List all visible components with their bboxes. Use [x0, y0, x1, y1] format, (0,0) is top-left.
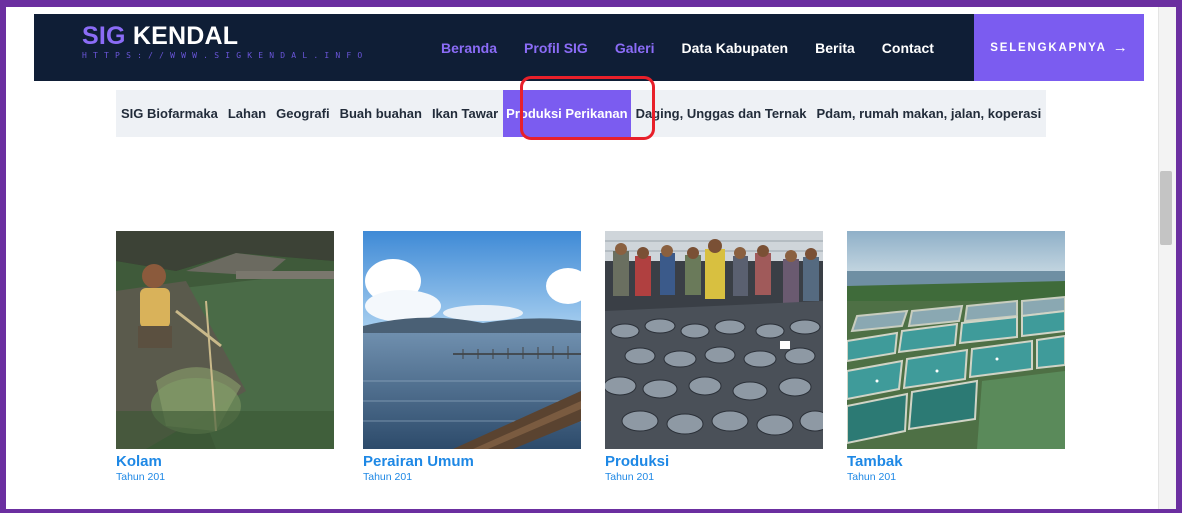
logo-title: SIG KENDAL	[82, 22, 368, 50]
card-title: Tambak	[847, 453, 903, 470]
nav-contact[interactable]: Contact	[882, 40, 934, 56]
tab-lahan[interactable]: Lahan	[222, 90, 272, 137]
category-tabs: SIG Biofarmaka Lahan Geografi Buah buaha…	[116, 90, 1047, 137]
tab-daging-unggas-ternak[interactable]: Daging, Unggas dan Ternak	[630, 90, 812, 137]
card-title: Produksi	[605, 453, 670, 470]
produksi-photo	[605, 231, 823, 449]
scrollbar-thumb[interactable]	[1160, 171, 1172, 245]
main-nav: Beranda Profil SIG Galeri Data Kabupaten…	[441, 14, 934, 81]
card-title: Kolam	[116, 453, 162, 470]
kolam-photo	[116, 231, 334, 449]
nav-galeri[interactable]: Galeri	[615, 40, 655, 56]
browser-frame: SIG KENDAL HTTPS://WWW.SIGKENDAL.INFO Be…	[0, 0, 1182, 513]
tambak-photo	[847, 231, 1065, 449]
tab-pdam-rumah-makan[interactable]: Pdam, rumah makan, jalan, koperasi	[811, 90, 1047, 137]
site-logo[interactable]: SIG KENDAL HTTPS://WWW.SIGKENDAL.INFO	[82, 22, 368, 60]
nav-beranda[interactable]: Beranda	[441, 40, 497, 56]
arrow-right-icon: →	[1112, 39, 1128, 56]
site-header: SIG KENDAL HTTPS://WWW.SIGKENDAL.INFO Be…	[34, 14, 1144, 81]
logo-url: HTTPS://WWW.SIGKENDAL.INFO	[82, 51, 369, 60]
tab-ikan-tawar[interactable]: Ikan Tawar	[426, 90, 504, 137]
tab-geografi[interactable]: Geografi	[271, 90, 335, 137]
nav-data-kabupaten[interactable]: Data Kabupaten	[682, 40, 789, 56]
gallery-card-produksi[interactable]: Produksi Tahun 201	[605, 231, 823, 483]
tab-buah-buahan[interactable]: Buah buahan	[334, 90, 427, 137]
nav-profil-sig[interactable]: Profil SIG	[524, 40, 588, 56]
cta-label: SELENGKAPNYA	[990, 41, 1107, 54]
card-subtitle: Tahun 201	[605, 471, 655, 483]
tab-sig-biofarmaka[interactable]: SIG Biofarmaka	[116, 90, 223, 137]
card-subtitle: Tahun 201	[363, 471, 413, 483]
logo-rest: KENDAL	[125, 22, 239, 50]
card-subtitle: Tahun 201	[116, 471, 166, 483]
nav-berita[interactable]: Berita	[815, 40, 855, 56]
tab-produksi-perikanan[interactable]: Produksi Perikanan	[503, 90, 631, 137]
scrollbar-track[interactable]	[1158, 7, 1176, 509]
card-title: Perairan Umum	[363, 453, 474, 470]
gallery-card-tambak[interactable]: Tambak Tahun 201	[847, 231, 1065, 483]
perairan-umum-photo	[363, 231, 581, 449]
gallery-card-perairan-umum[interactable]: Perairan Umum Tahun 201	[363, 231, 581, 483]
logo-accent: SIG	[82, 22, 126, 50]
selengkapnya-button[interactable]: SELENGKAPNYA →	[974, 14, 1144, 81]
card-subtitle: Tahun 201	[847, 471, 897, 483]
gallery-card-kolam[interactable]: Kolam Tahun 201	[116, 231, 334, 483]
